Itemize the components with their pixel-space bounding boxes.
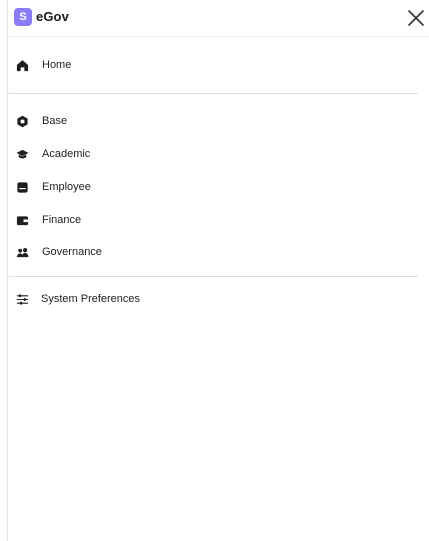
nav-item-label: Base — [42, 115, 68, 127]
nav-item-employee[interactable]: Employee — [8, 174, 408, 202]
wallet-icon — [16, 214, 29, 227]
nav-item-label: Academic — [42, 148, 91, 160]
divider — [9, 276, 418, 277]
nav-item-governance[interactable]: Governance — [8, 239, 408, 267]
drawer-header: S eGov — [8, 0, 429, 37]
nav-item-label: Finance — [42, 214, 82, 226]
app-logo: S — [14, 8, 32, 26]
close-icon — [408, 10, 424, 26]
navigation-drawer: S eGov Home Base Academic Employee Finan… — [7, 0, 429, 541]
hexagon-icon — [16, 115, 29, 128]
users-icon — [16, 246, 29, 259]
nav-item-academic[interactable]: Academic — [8, 141, 408, 169]
sliders-icon — [16, 293, 29, 306]
app-title: eGov — [36, 9, 69, 24]
close-button[interactable] — [406, 8, 426, 28]
graduation-cap-icon — [16, 148, 29, 161]
divider — [9, 93, 418, 94]
nav-item-label: System Preferences — [41, 293, 141, 305]
nav-item-home[interactable]: Home — [8, 52, 408, 80]
nav-item-label: Home — [42, 59, 72, 71]
nav-item-base[interactable]: Base — [8, 108, 408, 136]
nav-item-finance[interactable]: Finance — [8, 207, 408, 235]
home-icon — [16, 59, 29, 72]
id-badge-icon — [16, 181, 29, 194]
nav-item-system-preferences[interactable]: System Preferences — [8, 286, 408, 314]
nav-item-label: Governance — [42, 246, 102, 258]
nav-item-label: Employee — [42, 181, 91, 193]
